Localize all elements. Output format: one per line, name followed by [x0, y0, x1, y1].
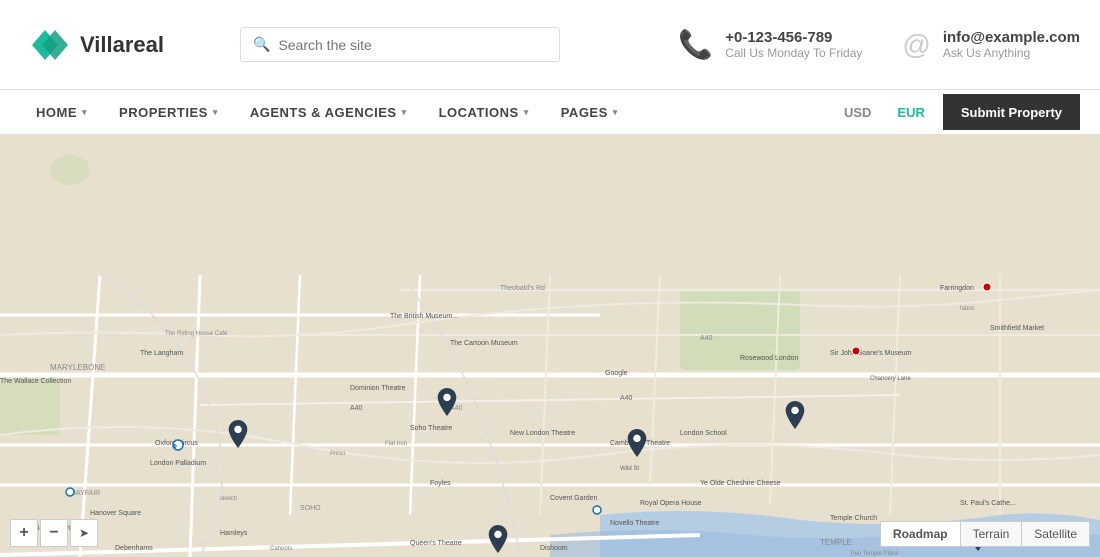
phone-text: +0-123-456-789 Call Us Monday To Friday: [725, 29, 862, 60]
phone-subtitle: Call Us Monday To Friday: [725, 46, 862, 60]
search-box: 🔍: [240, 27, 560, 62]
svg-text:Dominion Theatre: Dominion Theatre: [350, 385, 406, 392]
svg-text:Soho Theatre: Soho Theatre: [410, 425, 452, 432]
svg-text:The Riding House Café: The Riding House Café: [165, 331, 228, 337]
nav-item-pages[interactable]: PAGES ▾: [545, 90, 634, 135]
svg-text:MARYLEBONE: MARYLEBONE: [50, 363, 105, 372]
map-pin-1[interactable]: [228, 420, 248, 448]
svg-text:Wild St: Wild St: [620, 466, 639, 472]
svg-text:St. Paul's Cathe...: St. Paul's Cathe...: [960, 500, 1016, 507]
logo-area: Villareal: [20, 25, 220, 65]
svg-text:Farringdon: Farringdon: [940, 285, 974, 292]
email-contact: @ info@example.com Ask Us Anything: [902, 29, 1080, 61]
currency-eur[interactable]: EUR: [889, 101, 932, 124]
submit-property-button[interactable]: Submit Property: [943, 94, 1080, 130]
svg-text:Two Temple Place: Two Temple Place: [850, 551, 899, 557]
phone-contact: 📞 +0-123-456-789 Call Us Monday To Frida…: [678, 28, 862, 61]
email-icon: @: [902, 29, 930, 61]
email-subtitle: Ask Us Anything: [943, 46, 1080, 60]
svg-text:Ye Olde Cheshire Cheese: Ye Olde Cheshire Cheese: [700, 480, 781, 487]
svg-text:Cahoots: Cahoots: [270, 546, 292, 552]
chevron-down-icon-properties: ▾: [213, 107, 218, 118]
svg-text:The Langham: The Langham: [140, 350, 183, 357]
svg-text:Hanover Square: Hanover Square: [90, 510, 141, 517]
map-navigate-button[interactable]: ➤: [70, 519, 98, 547]
svg-text:SOHO: SOHO: [300, 505, 321, 512]
chevron-down-icon-locations: ▾: [524, 107, 529, 118]
svg-text:Princi: Princi: [330, 451, 345, 457]
nav-label-locations: LOCATIONS: [439, 105, 519, 120]
nav-label-home: HOME: [36, 105, 77, 120]
nav-label-properties: PROPERTIES: [119, 105, 208, 120]
map-controls: + − ➤: [10, 519, 98, 547]
nav-right: USD EUR Submit Property: [836, 94, 1080, 130]
svg-text:Royal Opera House: Royal Opera House: [640, 500, 702, 507]
svg-text:The Cartoon Museum: The Cartoon Museum: [450, 340, 518, 347]
svg-text:A40: A40: [620, 395, 633, 402]
chevron-down-icon-agents: ▾: [402, 107, 407, 118]
nav-item-properties[interactable]: PROPERTIES ▾: [103, 90, 234, 135]
svg-text:fabric: fabric: [960, 306, 975, 312]
svg-text:Rosewood London: Rosewood London: [740, 355, 798, 362]
svg-text:Chancery Lane: Chancery Lane: [870, 376, 911, 382]
nav-label-agents: AGENTS & AGENCIES: [250, 105, 397, 120]
phone-number: +0-123-456-789: [725, 29, 862, 46]
svg-text:Covent Garden: Covent Garden: [550, 495, 598, 502]
currency-usd[interactable]: USD: [836, 101, 879, 124]
svg-text:New London Theatre: New London Theatre: [510, 430, 575, 437]
header: Villareal 🔍 📞 +0-123-456-789 Call Us Mon…: [0, 0, 1100, 90]
nav-label-pages: PAGES: [561, 105, 608, 120]
svg-text:Sir John Soane's Museum: Sir John Soane's Museum: [830, 350, 912, 357]
svg-text:Debenhams: Debenhams: [115, 545, 153, 552]
map-background: MARYLEBONE A40 A40 Theobald's Rd MAYFAIR…: [0, 135, 1100, 557]
search-input[interactable]: [278, 37, 547, 53]
svg-text:Google: Google: [605, 370, 628, 377]
svg-text:Queen's Theatre: Queen's Theatre: [410, 540, 462, 547]
logo-icon: [20, 25, 70, 65]
svg-text:TEMPLE: TEMPLE: [820, 538, 852, 547]
svg-text:Foyles: Foyles: [430, 480, 451, 487]
email-address: info@example.com: [943, 29, 1080, 46]
zoom-in-button[interactable]: +: [10, 519, 38, 547]
svg-text:⊕: ⊕: [172, 444, 177, 450]
navbar: HOME ▾ PROPERTIES ▾ AGENTS & AGENCIES ▾ …: [0, 90, 1100, 135]
map-pin-2[interactable]: [437, 388, 457, 416]
map-type-controls: Roadmap Terrain Satellite: [880, 521, 1090, 547]
chevron-down-icon-home: ▾: [82, 107, 87, 118]
svg-text:Hamleys: Hamleys: [220, 530, 248, 537]
map-pin-3[interactable]: [488, 525, 508, 553]
phone-icon: 📞: [678, 28, 713, 61]
svg-text:London School: London School: [680, 430, 727, 437]
zoom-out-button[interactable]: −: [40, 519, 68, 547]
contact-area: 📞 +0-123-456-789 Call Us Monday To Frida…: [678, 28, 1080, 61]
svg-text:A40: A40: [700, 335, 713, 342]
svg-text:Theobald's Rd: Theobald's Rd: [500, 285, 545, 292]
nav-item-locations[interactable]: LOCATIONS ▾: [423, 90, 545, 135]
map-pin-5[interactable]: [785, 401, 805, 429]
svg-text:sketch: sketch: [220, 496, 237, 502]
svg-text:Temple Church: Temple Church: [830, 515, 877, 522]
nav-item-home[interactable]: HOME ▾: [20, 90, 103, 135]
svg-text:Smithfield Market: Smithfield Market: [990, 325, 1044, 332]
email-text: info@example.com Ask Us Anything: [943, 29, 1080, 60]
map-type-satellite[interactable]: Satellite: [1022, 522, 1089, 546]
search-icon: 🔍: [253, 36, 270, 53]
map-container: MARYLEBONE A40 A40 Theobald's Rd MAYFAIR…: [0, 135, 1100, 557]
search-area: 🔍: [240, 27, 560, 62]
map-pin-4[interactable]: [627, 429, 647, 457]
chevron-down-icon-pages: ▾: [613, 107, 618, 118]
svg-text:A40: A40: [350, 405, 363, 412]
nav-items: HOME ▾ PROPERTIES ▾ AGENTS & AGENCIES ▾ …: [20, 90, 836, 135]
nav-item-agents[interactable]: AGENTS & AGENCIES ▾: [234, 90, 423, 135]
svg-text:Novello Theatre: Novello Theatre: [610, 520, 659, 527]
svg-text:Dishoom: Dishoom: [540, 545, 568, 552]
svg-text:Flat Iron: Flat Iron: [385, 441, 407, 447]
svg-text:The Wallace Collection: The Wallace Collection: [0, 378, 71, 385]
svg-text:London Palladium: London Palladium: [150, 460, 206, 467]
map-type-roadmap[interactable]: Roadmap: [881, 522, 961, 546]
map-type-terrain[interactable]: Terrain: [961, 522, 1023, 546]
logo-text: Villareal: [80, 32, 164, 58]
svg-text:The British Museum...: The British Museum...: [390, 313, 458, 320]
